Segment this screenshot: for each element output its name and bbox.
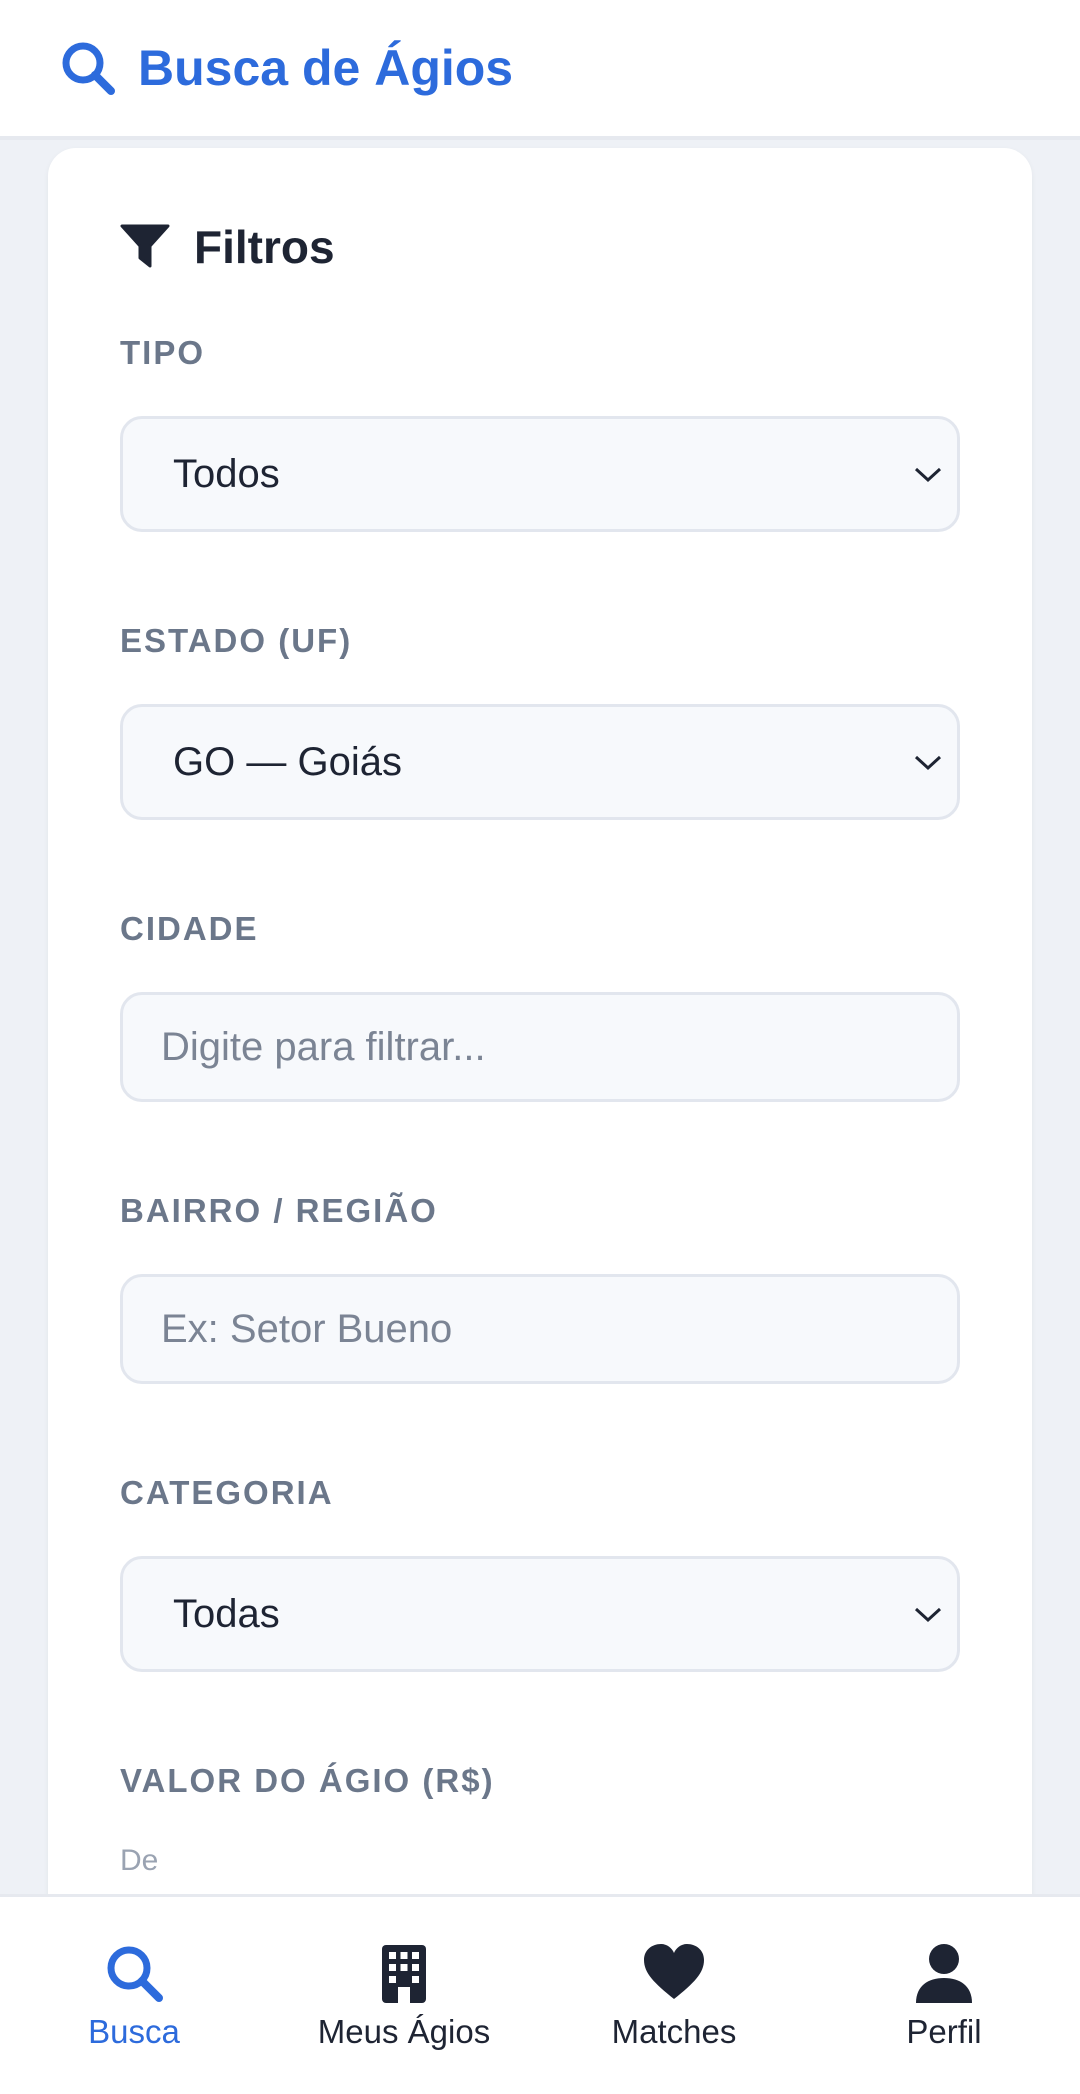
estado-select[interactable]: GO — Goiás <box>120 704 960 820</box>
categoria-value: Todas <box>173 1591 280 1636</box>
nav-item-perfil[interactable]: Perfil <box>814 1941 1074 2051</box>
building-icon <box>382 1945 426 2003</box>
user-icon <box>916 1944 972 2003</box>
bairro-label: BAIRRO / REGIÃO <box>120 1192 438 1229</box>
page-title: Busca de Ágios <box>138 40 514 96</box>
filters-card: Filtros TIPO Todos ESTADO (UF) GO — Goiá… <box>48 148 1032 1968</box>
valor-de-label: De <box>120 1844 159 1877</box>
cidade-placeholder: Digite para filtrar... <box>161 1024 486 1069</box>
funnel-icon <box>120 224 170 268</box>
valor-label: VALOR DO ÁGIO (R$) <box>120 1762 495 1799</box>
tipo-label: TIPO <box>120 334 206 371</box>
nav-item-label: Busca <box>88 2013 180 2050</box>
bairro-input[interactable]: Ex: Setor Bueno <box>120 1274 960 1384</box>
chevron-down-icon <box>914 1607 942 1623</box>
categoria-label: CATEGORIA <box>120 1474 334 1511</box>
search-icon <box>62 42 115 95</box>
categoria-select[interactable]: Todas <box>120 1556 960 1672</box>
nav-item-matches[interactable]: Matches <box>544 1941 804 2051</box>
filters-heading: Filtros <box>120 220 335 274</box>
tipo-select[interactable]: Todos <box>120 416 960 532</box>
cidade-label: CIDADE <box>120 910 259 947</box>
nav-item-label: Meus Ágios <box>317 2013 491 2050</box>
search-icon <box>107 1946 163 2002</box>
tipo-value: Todos <box>173 451 280 496</box>
filters-title: Filtros <box>194 221 335 273</box>
cidade-input[interactable]: Digite para filtrar... <box>120 992 960 1102</box>
chevron-down-icon <box>914 755 942 771</box>
app-root: Busca de Ágios Filtros TIPO Todos ESTADO… <box>0 0 1080 2094</box>
nav-item-label: Perfil <box>906 2013 982 2050</box>
nav-item-meus-agios[interactable]: Meus Ágios <box>274 1941 534 2051</box>
estado-label: ESTADO (UF) <box>120 622 353 659</box>
nav-item-label: Matches <box>611 2013 737 2050</box>
estado-value: GO — Goiás <box>173 739 402 784</box>
bairro-placeholder: Ex: Setor Bueno <box>161 1306 453 1351</box>
nav-item-busca[interactable]: Busca <box>4 1941 264 2051</box>
app-header: Busca de Ágios <box>0 0 1080 140</box>
bottom-nav: Busca Meus Ágios Matches Perfil <box>0 1894 1080 2094</box>
chevron-down-icon <box>914 467 942 483</box>
heart-icon <box>644 1944 704 1999</box>
